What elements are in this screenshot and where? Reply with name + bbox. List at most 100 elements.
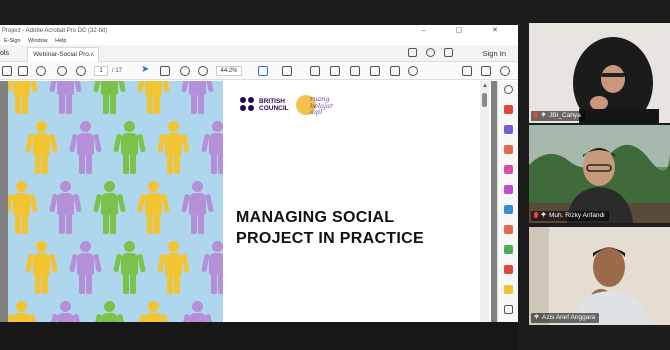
menu-bar: E-Sign Window Help — [0, 37, 518, 45]
menu-esign[interactable]: E-Sign — [4, 38, 21, 44]
select-tool-icon[interactable]: ➤ — [141, 64, 149, 76]
protect-icon[interactable] — [504, 245, 513, 254]
pen-icon[interactable] — [330, 66, 340, 76]
bell-icon[interactable] — [444, 48, 453, 57]
page-total: / 17 — [112, 68, 123, 74]
scroll-mode-icon[interactable] — [282, 66, 292, 76]
tab-tools[interactable]: ols — [0, 48, 9, 60]
rba-line3: aqil — [310, 108, 323, 116]
paper-person-figure — [113, 241, 146, 297]
british-council-logo-text: BRITISH COUNCIL — [259, 98, 293, 112]
participant-video — [529, 23, 670, 123]
slide-title: MANAGING SOCIAL PROJECT IN PRACTICE — [236, 207, 476, 249]
paper-person-figure — [8, 81, 38, 117]
share-screen-icon[interactable] — [408, 48, 417, 57]
tab-document[interactable]: Webinar-Social Pro... × — [27, 47, 99, 62]
paper-person-figure — [8, 181, 38, 237]
paper-person-figure — [49, 181, 82, 237]
participant-name: JBI_Cahya — [549, 112, 581, 119]
organize-pages-icon[interactable] — [504, 205, 513, 214]
account-icon[interactable] — [500, 66, 510, 76]
sign-in-button[interactable]: Sign In — [483, 48, 506, 59]
paper-person-figure — [137, 81, 170, 117]
british-council-line1: BRITISH — [259, 98, 285, 105]
comment-icon[interactable] — [310, 66, 320, 76]
paper-person-figure — [157, 121, 190, 177]
window-title: Project - Adobe Acrobat Pro DC (32-bit) — [2, 28, 108, 34]
paper-person-figure — [49, 301, 82, 322]
window-controls[interactable]: – ▢ ✕ — [422, 25, 512, 37]
paper-person-figure — [157, 241, 190, 297]
paper-person-figure — [49, 81, 82, 117]
participant-video — [529, 227, 670, 325]
create-pdf-icon[interactable] — [504, 125, 513, 134]
page-up-icon[interactable] — [57, 66, 67, 76]
zoom-in-icon[interactable] — [198, 66, 208, 76]
print-icon[interactable] — [18, 66, 28, 76]
export-pdf-icon[interactable] — [504, 105, 513, 114]
menu-window[interactable]: Window — [28, 38, 48, 44]
slide-title-line2: PROJECT IN PRACTICE — [236, 230, 424, 247]
fit-page-icon[interactable] — [258, 66, 268, 76]
page-number-input[interactable]: 1 — [94, 66, 108, 76]
paper-person-figure — [181, 181, 214, 237]
paper-person-figure — [25, 121, 58, 177]
highlight-icon[interactable] — [350, 66, 360, 76]
participant-name-badge: Muh. Rizky Arifandi — [531, 211, 609, 221]
search-icon[interactable] — [36, 66, 46, 76]
scroll-thumb[interactable] — [482, 93, 487, 107]
tools-pane — [497, 81, 518, 322]
mic-muted-icon — [534, 212, 538, 218]
edit-pdf-icon[interactable] — [504, 145, 513, 154]
participant-name: Muh. Rizky Arifandi — [549, 212, 605, 219]
paper-person-figure — [69, 241, 102, 297]
vertical-scrollbar[interactable]: ▲ — [480, 81, 490, 322]
participant-tile[interactable]: Muh. Rizky Arifandi — [529, 125, 670, 223]
screen: Project - Adobe Acrobat Pro DC (32-bit) … — [0, 0, 670, 350]
page-down-icon[interactable] — [76, 66, 86, 76]
fill-and-sign-icon[interactable] — [504, 265, 513, 274]
paper-person-figure — [93, 81, 126, 117]
redact-icon[interactable] — [504, 225, 513, 234]
email-icon[interactable] — [481, 66, 491, 76]
menu-help[interactable]: Help — [55, 38, 66, 44]
fill-sign-icon[interactable] — [462, 66, 472, 76]
send-comments-icon[interactable] — [504, 285, 513, 294]
toolbar: 1 / 17 ➤ 44.2% — [0, 62, 518, 80]
participant-tile[interactable]: JBI_Cahya — [529, 23, 670, 123]
help-icon[interactable] — [426, 48, 435, 57]
paper-person-figure — [137, 181, 170, 237]
paper-person-figure — [181, 301, 214, 322]
stamp-icon[interactable] — [370, 66, 380, 76]
zoom-tool-icon[interactable] — [504, 85, 513, 94]
paper-person-figure — [93, 301, 126, 322]
acrobat-window: Project - Adobe Acrobat Pro DC (32-bit) … — [0, 25, 518, 322]
paper-person-figure — [25, 241, 58, 297]
hand-tool-icon[interactable] — [160, 66, 170, 76]
tab-document-label: Webinar-Social Pro... — [33, 51, 95, 58]
paper-person-figure — [93, 181, 126, 237]
zoom-out-icon[interactable] — [180, 66, 190, 76]
paper-person-figure — [137, 301, 170, 322]
paper-person-figure — [113, 121, 146, 177]
document-area[interactable]: BRITISH COUNCIL ruang belajar aqil MANAG… — [0, 81, 497, 322]
tab-bar: ols Webinar-Social Pro... × Sign In — [0, 45, 518, 62]
pin-icon — [534, 314, 539, 320]
participant-name: Azis Arief Anggara — [542, 314, 596, 321]
ruang-belajar-aqil-logo-text: ruang belajar aqil — [310, 96, 350, 116]
delete-icon[interactable] — [390, 66, 400, 76]
participant-name-badge: Azis Arief Anggara — [531, 313, 600, 323]
zoom-level-select[interactable]: 44.2% — [216, 66, 242, 76]
paper-person-figure — [201, 121, 223, 177]
more-tools-icon[interactable] — [504, 305, 513, 314]
combine-files-icon[interactable] — [504, 185, 513, 194]
scroll-up-icon[interactable]: ▲ — [482, 83, 488, 89]
participant-video — [529, 125, 670, 223]
paper-person-figure — [69, 121, 102, 177]
paper-person-figure — [8, 301, 38, 322]
upload-icon[interactable] — [2, 66, 12, 76]
comment-tool-icon[interactable] — [504, 165, 513, 174]
rotate-icon[interactable] — [408, 66, 418, 76]
participant-tile[interactable]: Azis Arief Anggara — [529, 227, 670, 325]
close-tab-icon[interactable]: × — [90, 48, 94, 62]
